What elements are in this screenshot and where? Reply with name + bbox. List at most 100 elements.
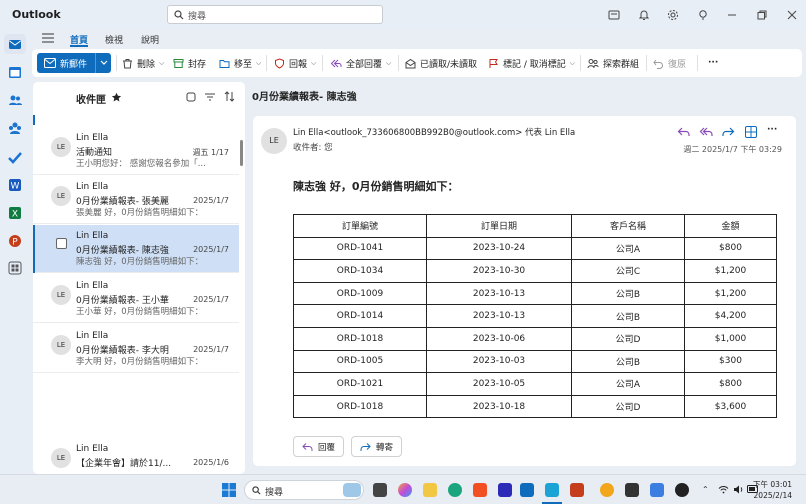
delete-label: 刪除	[137, 59, 156, 70]
new-mail-dropdown[interactable]	[95, 53, 111, 73]
reply-all-icon[interactable]	[699, 125, 713, 139]
discover-groups-button[interactable]: 探索群組	[587, 53, 639, 73]
undo-label: 復原	[668, 59, 687, 70]
wifi-icon[interactable]	[718, 485, 729, 494]
table-cell: $4,200	[684, 304, 777, 328]
apps-icon[interactable]	[7, 260, 23, 276]
table-cell: 公司B	[571, 349, 685, 374]
table-cell: ORD-1041	[293, 236, 427, 261]
forward-icon[interactable]	[721, 125, 735, 139]
mail-icon[interactable]	[7, 36, 23, 52]
read-unread-button[interactable]: 已讀取/未讀取	[405, 53, 477, 73]
table-cell: 2023-10-05	[426, 372, 572, 396]
table-row: ORD-1018 2023-10-06 公司D $1,000	[293, 326, 777, 351]
reading-subject: 0月份業績報表- 陳志強	[252, 92, 357, 103]
word-icon[interactable]: W	[7, 177, 23, 193]
star-icon[interactable]	[111, 92, 122, 103]
reply-button[interactable]: 回覆	[293, 436, 345, 457]
search-input[interactable]: 搜尋	[167, 5, 383, 24]
gear-icon[interactable]	[667, 9, 679, 21]
app-icon[interactable]	[675, 483, 689, 497]
selection-bar	[33, 225, 35, 273]
table-cell: $1,200	[684, 281, 777, 306]
bell-icon[interactable]	[638, 9, 650, 21]
powerpoint-taskbar-icon[interactable]	[570, 483, 584, 497]
outlook-taskbar-icon[interactable]	[545, 483, 559, 497]
clock-time[interactable]: 下午 03:01	[753, 479, 792, 490]
table-body: ORD-1041 2023-10-24 公司A $800 ORD-1034 2023-10…	[293, 236, 777, 419]
list-item-selected[interactable]: Lin Ella 0月份業績報表- 陳志強 陳志強 好，0月份銷售明細如下： 2…	[33, 225, 239, 273]
forward-button[interactable]: 轉寄	[351, 436, 403, 457]
forward-label: 轉寄	[376, 442, 394, 453]
archive-button[interactable]: 封存	[173, 53, 206, 73]
store-icon[interactable]	[473, 483, 487, 497]
flag-button[interactable]: 標記 / 取消標記 ⌵	[488, 53, 575, 73]
table-cell: 公司B	[571, 304, 685, 328]
table-cell: $800	[684, 236, 777, 261]
excel-icon[interactable]: X	[7, 205, 23, 221]
minimize-icon[interactable]	[726, 9, 738, 21]
select-icon[interactable]	[186, 92, 196, 102]
app-icon[interactable]	[625, 483, 639, 497]
list-item[interactable]: LE Lin Ella 0月份業績報表- 張美麗 張美麗 好，0月份銷售明細如下…	[33, 176, 239, 224]
restore-icon[interactable]	[756, 9, 768, 21]
weather-icon[interactable]	[343, 483, 361, 497]
message-date: 2025/1/6	[193, 458, 229, 467]
chevron-up-icon[interactable]: ⌃	[702, 485, 709, 494]
tab-help[interactable]: 說明	[141, 33, 159, 46]
volume-icon[interactable]	[733, 485, 744, 494]
svg-text:P: P	[12, 238, 18, 248]
chrome-icon[interactable]	[600, 483, 614, 497]
list-item[interactable]: LE Lin Ella 活動通知 王小明您好： 感謝您報名參加「... 週五 1…	[33, 127, 239, 175]
list-item[interactable]: LE Lin Ella 【企業年會】請於11/... 2025/1/6	[33, 438, 239, 474]
divider	[322, 55, 323, 71]
table-header: 訂單編號	[293, 214, 427, 238]
todo-icon[interactable]	[7, 149, 23, 165]
reply-icon	[302, 442, 313, 451]
move-button[interactable]: 移至 ⌵	[219, 53, 261, 73]
lightbulb-icon[interactable]	[697, 9, 709, 21]
app-title: Outlook	[12, 8, 61, 21]
list-scrollbar[interactable]	[240, 140, 243, 166]
undo-button[interactable]: 復原	[653, 53, 686, 73]
new-mail-button[interactable]: 新郵件	[37, 53, 111, 73]
archive-icon	[173, 58, 184, 68]
hamburger-icon[interactable]	[42, 33, 54, 43]
tab-view[interactable]: 檢視	[105, 33, 123, 46]
folder-name: 收件匣	[76, 95, 106, 106]
windows-start-icon[interactable]	[222, 483, 236, 497]
copilot-icon[interactable]	[398, 483, 412, 497]
close-icon[interactable]	[786, 9, 798, 21]
clock-date[interactable]: 2025/2/14	[754, 491, 792, 500]
file-explorer-icon[interactable]	[423, 483, 437, 497]
avatar: LE	[51, 186, 71, 206]
calendar-icon[interactable]	[7, 64, 23, 80]
reply-all-button[interactable]: 全部回覆 ⌵	[330, 53, 391, 73]
teams-icon[interactable]	[498, 483, 512, 497]
people-icon[interactable]	[7, 92, 23, 108]
forward-icon	[360, 442, 371, 451]
app-icon[interactable]	[650, 483, 664, 497]
delete-button[interactable]: 刪除 ⌵	[122, 53, 164, 73]
list-item[interactable]: LE Lin Ella 0月份業績報表- 李大明 李大明 好，0月份銷售明細如下…	[33, 325, 239, 373]
more-options-button[interactable]: ···	[708, 53, 718, 73]
powerpoint-icon[interactable]: P	[7, 233, 23, 249]
more-icon[interactable]: ···	[767, 125, 781, 139]
avatar: LE	[51, 335, 71, 355]
meet-now-icon[interactable]	[608, 9, 620, 21]
groups-icon[interactable]	[7, 120, 23, 136]
message-checkbox[interactable]	[56, 238, 67, 249]
edge-icon[interactable]	[448, 483, 462, 497]
task-view-icon[interactable]	[373, 483, 387, 497]
sort-icon[interactable]	[224, 91, 235, 102]
reply-icon[interactable]	[677, 125, 691, 139]
filter-icon[interactable]	[205, 92, 215, 102]
vscode-icon[interactable]	[520, 483, 534, 497]
divider	[697, 55, 698, 71]
search-icon	[174, 10, 184, 20]
table-view-icon[interactable]	[744, 125, 758, 139]
report-button[interactable]: 回報 ⌵	[274, 53, 316, 73]
new-mail-main[interactable]: 新郵件	[37, 53, 94, 73]
message-sender: Lin Ella	[76, 444, 109, 454]
list-item[interactable]: LE Lin Ella 0月份業績報表- 王小華 王小華 好，0月份銷售明細如下…	[33, 275, 239, 323]
